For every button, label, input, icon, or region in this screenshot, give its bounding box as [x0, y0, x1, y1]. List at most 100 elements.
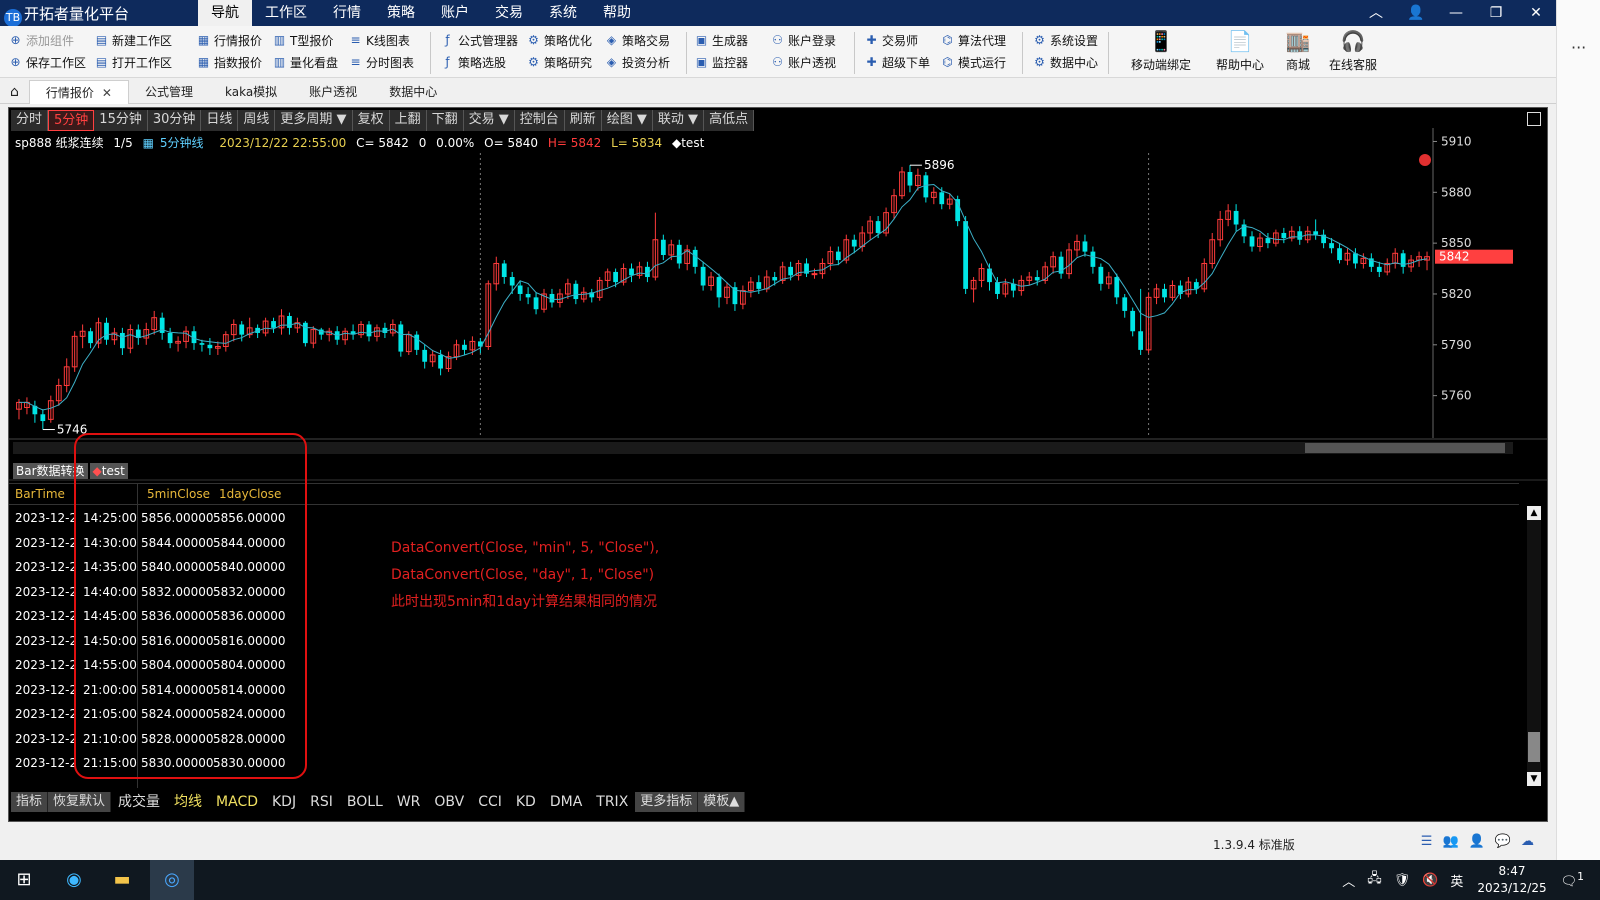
- indicator-item-3[interactable]: KDJ: [265, 792, 303, 812]
- tab-2[interactable]: kaka模拟: [209, 80, 293, 104]
- users-icon[interactable]: 👥: [1442, 834, 1458, 849]
- toolbar-button-11-0[interactable]: ⌬ 算法代理: [940, 29, 1006, 51]
- clock[interactable]: 8:47 2023/12/25: [1477, 863, 1546, 897]
- period-button-5[interactable]: 周线: [238, 110, 276, 131]
- period-button-14[interactable]: 联动 ▼: [652, 110, 705, 131]
- menu-item-3[interactable]: 策略: [374, 0, 428, 26]
- toolbar-button-1-1[interactable]: ▤ 打开工作区: [94, 51, 172, 73]
- cloud-icon[interactable]: ☁: [1521, 834, 1534, 849]
- menu-item-5[interactable]: 交易: [482, 0, 536, 26]
- period-button-12[interactable]: 刷新: [564, 110, 602, 131]
- period-button-2[interactable]: 15分钟: [94, 110, 148, 131]
- user-add-icon[interactable]: 👤: [1469, 834, 1485, 849]
- toolbar-button-4-0[interactable]: ≡ K线图表: [348, 29, 414, 51]
- tab-0[interactable]: 行情报价 ✕: [28, 80, 129, 104]
- toolbar-button-0-0[interactable]: ⊕ 添加组件: [8, 29, 86, 51]
- restore-button[interactable]: ❐: [1476, 0, 1516, 26]
- volume-muted-icon[interactable]: 🔇: [1422, 873, 1438, 888]
- toolbar-button-8-0[interactable]: ▣ 生成器: [694, 29, 748, 51]
- indicator-item-7[interactable]: OBV: [427, 792, 471, 812]
- menu-item-1[interactable]: 工作区: [252, 0, 320, 26]
- period-button-3[interactable]: 30分钟: [147, 110, 202, 131]
- indicator-item-5[interactable]: BOLL: [340, 792, 390, 812]
- toolbar-button-1-0[interactable]: ▤ 新建工作区: [94, 29, 172, 51]
- toolbar-button-4-1[interactable]: ≡ 分时图表: [348, 51, 414, 73]
- indicator-button-0[interactable]: 指标: [11, 792, 49, 812]
- table-scrollbar[interactable]: ▲ ▼: [1527, 506, 1541, 786]
- toolbar-button-5-0[interactable]: ƒ 公式管理器: [440, 29, 518, 51]
- scroll-down-icon[interactable]: ▼: [1527, 772, 1541, 786]
- more-icon[interactable]: ···: [1571, 38, 1586, 57]
- user-button[interactable]: 👤: [1396, 0, 1436, 26]
- toolbar-button-3-1[interactable]: ▥ 量化看盘: [272, 51, 338, 73]
- toolbar-button-5-1[interactable]: ƒ 策略选股: [440, 51, 518, 73]
- indicator-item-2[interactable]: MACD: [209, 792, 265, 812]
- toolbar-button-2-1[interactable]: ▦ 指数报价: [196, 51, 262, 73]
- period-button-6[interactable]: 更多周期 ▼: [275, 110, 353, 131]
- scroll-thumb[interactable]: [1305, 443, 1505, 453]
- list-icon[interactable]: ☰: [1421, 834, 1433, 849]
- toolbar-button-10-1[interactable]: ✚ 超级下单: [864, 51, 930, 73]
- period-button-13[interactable]: 绘图 ▼: [601, 110, 653, 131]
- folder-icon[interactable]: ▬: [108, 866, 136, 894]
- toolbar-button-12-0[interactable]: ⚙ 系统设置: [1032, 29, 1098, 51]
- chevron-up-icon[interactable]: ︿: [1342, 871, 1355, 890]
- period-button-9[interactable]: 下翻: [426, 110, 464, 131]
- toolbar-button-9-0[interactable]: ⚇ 账户登录: [770, 29, 836, 51]
- mobile-bind-button[interactable]: 📱 移动端绑定: [1126, 28, 1196, 73]
- indicator-item-8[interactable]: CCI: [471, 792, 509, 812]
- menu-item-4[interactable]: 账户: [428, 0, 482, 26]
- toolbar-button-2-0[interactable]: ▦ 行情报价: [196, 29, 262, 51]
- indicator-item-0[interactable]: 成交量: [111, 792, 167, 812]
- chat-icon[interactable]: 💬: [1495, 834, 1511, 849]
- shield-icon[interactable]: 🛡: [1394, 873, 1411, 888]
- scroll-up-icon[interactable]: ▲: [1527, 506, 1541, 520]
- minimize-button[interactable]: —: [1436, 0, 1476, 26]
- edge-icon[interactable]: ◉: [60, 866, 88, 894]
- indicator-button-1[interactable]: 恢复默认: [48, 792, 112, 812]
- toolbar-button-9-1[interactable]: ⚇ 账户透视: [770, 51, 836, 73]
- indicator-item-10[interactable]: DMA: [543, 792, 589, 812]
- indicator-item-11[interactable]: TRIX: [589, 792, 635, 812]
- menu-item-0[interactable]: 导航: [198, 0, 252, 26]
- toolbar-button-8-1[interactable]: ▣ 监控器: [694, 51, 748, 73]
- period-button-11[interactable]: 控制台: [514, 110, 565, 131]
- indicator-item-9[interactable]: KD: [509, 792, 543, 812]
- toolbar-button-7-0[interactable]: ◈ 策略交易: [604, 29, 670, 51]
- tab-4[interactable]: 数据中心: [373, 80, 453, 104]
- home-tab[interactable]: ⌂: [0, 80, 29, 104]
- more-indicators-button[interactable]: 更多指标: [635, 792, 699, 812]
- collapse-ribbon-button[interactable]: ︿: [1356, 0, 1396, 26]
- menu-item-2[interactable]: 行情: [320, 0, 374, 26]
- notification-icon[interactable]: 🗨1: [1561, 870, 1584, 889]
- period-button-8[interactable]: 上翻: [389, 110, 427, 131]
- toolbar-button-6-1[interactable]: ⚙ 策略研究: [526, 51, 592, 73]
- toolbar-button-6-0[interactable]: ⚙ 策略优化: [526, 29, 592, 51]
- indicator-item-6[interactable]: WR: [390, 792, 428, 812]
- close-button[interactable]: ✕: [1516, 0, 1556, 26]
- toolbar-button-3-0[interactable]: ▥ T型报价: [272, 29, 338, 51]
- start-icon[interactable]: ⊞: [10, 866, 38, 894]
- close-icon[interactable]: ✕: [102, 86, 112, 100]
- period-button-1[interactable]: 5分钟: [48, 110, 95, 131]
- period-button-4[interactable]: 日线: [201, 110, 239, 131]
- ime-indicator[interactable]: 英: [1450, 871, 1463, 890]
- template-button[interactable]: 模板▲: [698, 792, 746, 812]
- tab-1[interactable]: 公式管理: [129, 80, 209, 104]
- indicator-item-4[interactable]: RSI: [303, 792, 340, 812]
- tab-3[interactable]: 账户透视: [293, 80, 373, 104]
- menu-item-7[interactable]: 帮助: [590, 0, 644, 26]
- period-button-7[interactable]: 复权: [352, 110, 390, 131]
- indicator-item-1[interactable]: 均线: [167, 792, 209, 812]
- customer-service-button[interactable]: 🎧 在线客服: [1318, 28, 1388, 73]
- toolbar-button-0-1[interactable]: ⊕ 保存工作区: [8, 51, 86, 73]
- scroll-thumb[interactable]: [1528, 732, 1540, 762]
- toolbar-button-7-1[interactable]: ◈ 投资分析: [604, 51, 670, 73]
- period-button-0[interactable]: 分时: [11, 110, 49, 131]
- network-icon[interactable]: 🖧: [1367, 869, 1382, 891]
- period-button-15[interactable]: 高低点: [704, 110, 755, 131]
- maximize-panel-button[interactable]: [1527, 112, 1541, 126]
- toolbar-button-12-1[interactable]: ⚙ 数据中心: [1032, 51, 1098, 73]
- toolbar-button-10-0[interactable]: ✚ 交易师: [864, 29, 930, 51]
- toolbar-button-11-1[interactable]: ⌬ 模式运行: [940, 51, 1006, 73]
